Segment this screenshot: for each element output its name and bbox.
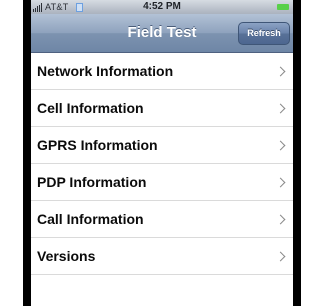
list-item-cell-information[interactable]: Cell Information xyxy=(31,90,293,127)
list-item-label: Versions xyxy=(37,248,96,264)
chevron-right-icon xyxy=(275,66,286,77)
list-item-label: Network Information xyxy=(37,63,174,79)
menu-list: Network Information Cell Information GPR… xyxy=(31,53,293,275)
chevron-right-icon xyxy=(275,177,286,188)
list-item-network-information[interactable]: Network Information xyxy=(31,53,293,90)
status-bar: AT&T 4:52 PM xyxy=(31,0,293,14)
battery-icon xyxy=(277,4,289,10)
status-time: 4:52 PM xyxy=(143,1,181,12)
refresh-button[interactable]: Refresh xyxy=(238,22,290,45)
chevron-right-icon xyxy=(275,140,286,151)
chevron-right-icon xyxy=(275,251,286,262)
phone-screen: AT&T 4:52 PM Field Test Refresh Network … xyxy=(31,0,293,306)
list-item-label: PDP Information xyxy=(37,174,147,190)
list-item-label: Call Information xyxy=(37,211,144,227)
list-item-call-information[interactable]: Call Information xyxy=(31,201,293,238)
navigation-bar: Field Test Refresh xyxy=(31,14,293,53)
chevron-right-icon xyxy=(275,214,286,225)
list-item-label: GPRS Information xyxy=(37,137,158,153)
device-frame: AT&T 4:52 PM Field Test Refresh Network … xyxy=(23,0,301,306)
list-item-versions[interactable]: Versions xyxy=(31,238,293,275)
chevron-right-icon xyxy=(275,103,286,114)
list-item-label: Cell Information xyxy=(37,100,144,116)
list-item-pdp-information[interactable]: PDP Information xyxy=(31,164,293,201)
list-item-gprs-information[interactable]: GPRS Information xyxy=(31,127,293,164)
